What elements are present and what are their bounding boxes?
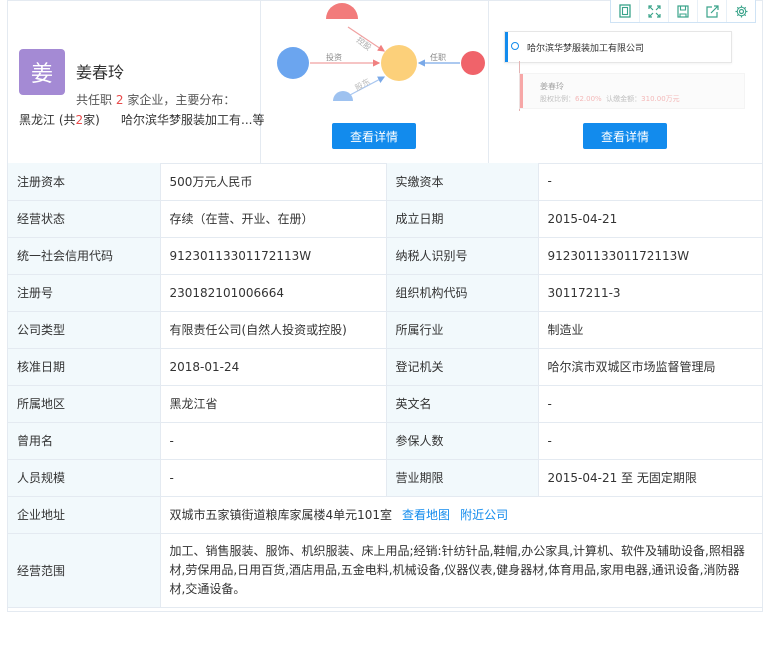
table-row: 注册号 230182101006664 组织机构代码 30117211-3: [8, 273, 762, 312]
table-row: 经营状态 存续（在营、开业、在册） 成立日期 2015-04-21: [8, 199, 762, 238]
business-term-value: 2015-04-21 至 无固定期限: [537, 458, 762, 497]
tree-person-node[interactable]: 姜春玲 股权比例：62.00% 认缴金额：310.00万元: [519, 73, 745, 109]
toolbar: [610, 0, 756, 23]
graph-detail-button[interactable]: 查看详情: [332, 123, 416, 149]
person-region: 黑龙江 (共2家): [19, 113, 100, 127]
former-name-label: 曾用名: [8, 421, 161, 460]
table-row: 统一社会信用代码 91230113301172113W 纳税人识别号 91230…: [8, 236, 762, 275]
reg-no-value: 230182101006664: [159, 273, 387, 312]
scope-label: 经营范围: [8, 532, 161, 608]
taxpayer-value: 91230113301172113W: [537, 236, 762, 275]
company-info-panel: 姜 姜春玲 共任职 2 家企业，主要分布： 黑龙江 (共2家) 哈尔滨华梦服装加…: [7, 0, 763, 612]
founded-value: 2015-04-21: [537, 199, 762, 238]
insured-label: 参保人数: [385, 421, 539, 460]
avatar: 姜: [19, 49, 65, 95]
investor-node: [277, 47, 309, 79]
company-type-value: 有限责任公司(自然人投资或控股): [159, 310, 387, 349]
fullscreen-icon[interactable]: [639, 0, 668, 22]
reg-capital-value: 500万元人民币: [159, 163, 387, 201]
company-type-label: 公司类型: [8, 310, 161, 349]
org-code-value: 30117211-3: [537, 273, 762, 312]
table-row: 注册资本 500万元人民币 实缴资本 -: [8, 163, 762, 201]
table-row: 人员规模 - 营业期限 2015-04-21 至 无固定期限: [8, 458, 762, 497]
table-row: 所属地区 黑龙江省 英文名 -: [8, 384, 762, 423]
person-companies-link[interactable]: 哈尔滨华梦服装加工有...等: [121, 111, 264, 128]
save-icon[interactable]: [668, 0, 697, 22]
tree-company-node[interactable]: 哈尔滨华梦服装加工有限公司: [504, 31, 732, 63]
english-name-value: -: [537, 384, 762, 423]
paid-capital-label: 实缴资本: [385, 163, 539, 201]
table-row: 曾用名 - 参保人数 -: [8, 421, 762, 460]
relationship-graph-card: 投资 控股 任职 股东 查看详情: [260, 1, 489, 163]
address-value: 双城市五家镇街道粮库家属楼4单元101室: [169, 508, 393, 522]
business-term-label: 营业期限: [385, 458, 539, 497]
view-map-link[interactable]: 查看地图: [402, 508, 450, 522]
approval-date-label: 核准日期: [8, 347, 161, 386]
table-row: 公司类型 有限责任公司(自然人投资或控股) 所属行业 制造业: [8, 310, 762, 349]
settings-icon[interactable]: [726, 0, 755, 22]
tree-detail-button[interactable]: 查看详情: [583, 123, 667, 149]
person-node: [461, 51, 485, 75]
overview-section: 姜 姜春玲 共任职 2 家企业，主要分布： 黑龙江 (共2家) 哈尔滨华梦服装加…: [8, 0, 762, 164]
copy-icon[interactable]: [611, 0, 639, 22]
scope-value: 加工、销售服装、服饰、机织服装、床上用品;经销:针纺针品,鞋帽,办公家具,计算机…: [159, 532, 762, 608]
person-jobs-summary: 共任职 2 家企业，主要分布：: [76, 93, 236, 107]
org-code-label: 组织机构代码: [385, 273, 539, 312]
legal-person-card: 姜 姜春玲 共任职 2 家企业，主要分布： 黑龙江 (共2家) 哈尔滨华梦服装加…: [8, 1, 264, 163]
staff-size-label: 人员规模: [8, 458, 161, 497]
credit-code-label: 统一社会信用代码: [8, 236, 161, 275]
edge-label-hold: 控股: [355, 35, 374, 53]
approval-date-value: 2018-01-24: [159, 347, 387, 386]
nearby-companies-link[interactable]: 附近公司: [460, 508, 508, 522]
person-name[interactable]: 姜春玲: [76, 59, 124, 83]
jobs-count: 2: [115, 93, 124, 107]
english-name-label: 英文名: [385, 384, 539, 423]
credit-code-value: 91230113301172113W: [159, 236, 387, 275]
shareholder-node: [326, 3, 358, 19]
table-row: 经营范围 加工、销售服装、服饰、机织服装、床上用品;经销:针纺针品,鞋帽,办公家…: [8, 532, 762, 608]
former-name-value: -: [159, 421, 387, 460]
address-label: 企业地址: [8, 495, 161, 534]
region-label: 所属地区: [8, 384, 161, 423]
paid-capital-value: -: [537, 163, 762, 201]
reg-no-label: 注册号: [8, 273, 161, 312]
status-label: 经营状态: [8, 199, 161, 238]
business-info-table: 注册资本 500万元人民币 实缴资本 - 经营状态 存续（在营、开业、在册） 成…: [8, 163, 762, 608]
edge-label-other: 股东: [353, 76, 372, 93]
insured-value: -: [537, 421, 762, 460]
reg-capital-label: 注册资本: [8, 163, 161, 201]
table-row: 企业地址 双城市五家镇街道粮库家属楼4单元101室 查看地图 附近公司: [8, 495, 762, 534]
subsidiary-node: [333, 91, 353, 101]
edge-label-job: 任职: [430, 52, 446, 62]
industry-value: 制造业: [537, 310, 762, 349]
authority-label: 登记机关: [385, 347, 539, 386]
share-icon[interactable]: [697, 0, 726, 22]
edge-label-invest: 投资: [326, 52, 342, 62]
region-count: 2: [75, 113, 84, 127]
status-value: 存续（在营、开业、在册）: [159, 199, 387, 238]
founded-label: 成立日期: [385, 199, 539, 238]
industry-label: 所属行业: [385, 310, 539, 349]
center-company-node: [381, 45, 417, 81]
table-row: 核准日期 2018-01-24 登记机关 哈尔滨市双城区市场监督管理局: [8, 347, 762, 386]
staff-size-value: -: [159, 458, 387, 497]
collapse-icon[interactable]: [511, 42, 519, 50]
address-cell: 双城市五家镇街道粮库家属楼4单元101室 查看地图 附近公司: [159, 495, 762, 534]
authority-value: 哈尔滨市双城区市场监督管理局: [537, 347, 762, 386]
equity-tree-card: 哈尔滨华梦服装加工有限公司 姜春玲 股权比例：62.00% 认缴金额：310.0…: [488, 1, 762, 163]
taxpayer-label: 纳税人识别号: [385, 236, 539, 275]
relationship-graph: 投资 控股 任职 股东: [277, 3, 485, 101]
region-value: 黑龙江省: [159, 384, 387, 423]
